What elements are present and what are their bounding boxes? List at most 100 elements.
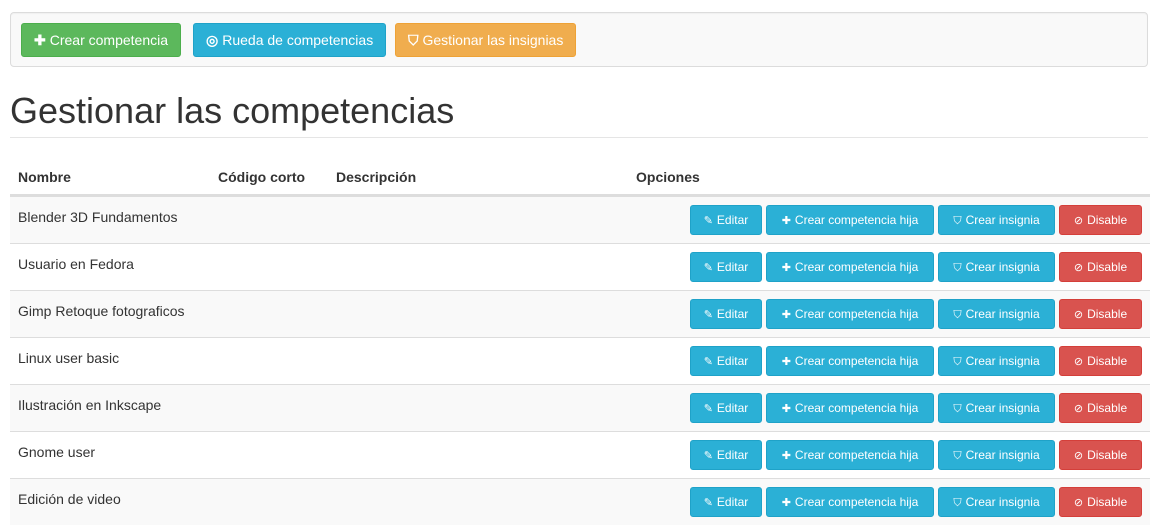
edit-button[interactable]: ✎ Editar [690, 487, 762, 517]
table-row: Usuario en Fedora ✎ Editar ✚ Crear competenc… [10, 243, 1150, 290]
title-divider [10, 137, 1148, 138]
table-body: Blender 3D Fundamentos ✎ Editar ✚ Crear comp… [10, 196, 1150, 525]
create-child-competence-button[interactable]: ✚ Crear competencia hija [766, 205, 934, 235]
table-row: Ilustración en Inkscape ✎ Editar ✚ Crear com… [10, 384, 1150, 431]
create-child-competence-button[interactable]: ✚ Crear competencia hija [766, 487, 934, 517]
action-toolbar: ✚ Crear competencia ◎ Rueda de competencia… [10, 12, 1148, 67]
disable-button[interactable]: ⊘ Disable [1059, 487, 1142, 517]
plus-icon: ✚ [781, 497, 791, 509]
edit-icon: ✎ [703, 309, 713, 321]
create-badge-label: Crear insignia [965, 401, 1040, 415]
edit-label: Editar [716, 495, 749, 509]
manage-badges-button[interactable]: ⛉ Gestionar las insignias [395, 23, 577, 57]
create-child-competence-label: Crear competencia hija [794, 448, 919, 462]
manage-badges-label: Gestionar las insignias [422, 32, 564, 48]
plus-icon: ✚ [781, 356, 791, 368]
create-badge-button[interactable]: ⛉ Crear insignia [938, 252, 1055, 282]
edit-icon: ✎ [703, 262, 713, 274]
table-row: Linux user basic ✎ Editar ✚ Crear competenci… [10, 337, 1150, 384]
page-title: Gestionar las competencias [10, 90, 455, 131]
disable-label: Disable [1087, 448, 1128, 462]
disable-button[interactable]: ⊘ Disable [1059, 440, 1142, 470]
create-badge-button[interactable]: ⛉ Crear insignia [938, 346, 1055, 376]
edit-label: Editar [716, 448, 749, 462]
create-badge-button[interactable]: ⛉ Crear insignia [938, 393, 1055, 423]
ban-icon: ⊘ [1073, 309, 1084, 321]
table-row: Gnome user ✎ Editar ✚ Crear competencia hija… [10, 431, 1150, 478]
edit-button[interactable]: ✎ Editar [690, 346, 762, 376]
edit-icon: ✎ [703, 403, 713, 415]
edit-label: Editar [716, 260, 749, 274]
edit-icon: ✎ [703, 450, 713, 462]
edit-button[interactable]: ✎ Editar [690, 252, 762, 282]
edit-label: Editar [716, 213, 749, 227]
edit-label: Editar [716, 401, 749, 415]
ban-icon: ⊘ [1073, 497, 1084, 509]
create-child-competence-button[interactable]: ✚ Crear competencia hija [766, 299, 934, 329]
disable-label: Disable [1087, 307, 1128, 321]
row-actions: ✎ Editar ✚ Crear competencia hija ⛉ Crear ins… [690, 205, 1142, 235]
competence-name: Gnome user [18, 444, 96, 460]
edit-icon: ✎ [703, 356, 713, 368]
disable-button[interactable]: ⊘ Disable [1059, 346, 1142, 376]
disable-button[interactable]: ⊘ Disable [1059, 393, 1142, 423]
competence-wheel-button[interactable]: ◎ Rueda de competencias [193, 23, 387, 57]
competence-name: Usuario en Fedora [18, 256, 134, 272]
create-child-competence-label: Crear competencia hija [794, 354, 919, 368]
row-actions: ✎ Editar ✚ Crear competencia hija ⛉ Crear ins… [690, 487, 1142, 517]
disable-label: Disable [1087, 354, 1128, 368]
plus-icon: ✚ [781, 262, 791, 274]
create-competence-label: Crear competencia [49, 32, 169, 48]
create-child-competence-label: Crear competencia hija [794, 307, 919, 321]
edit-button[interactable]: ✎ Editar [690, 205, 762, 235]
create-badge-button[interactable]: ⛉ Crear insignia [938, 487, 1055, 517]
create-badge-button[interactable]: ⛉ Crear insignia [938, 205, 1055, 235]
shield-icon: ⛉ [953, 215, 962, 227]
competence-name: Ilustración en Inkscape [18, 397, 162, 413]
bullseye-icon: ◎ [206, 32, 219, 48]
create-child-competence-button[interactable]: ✚ Crear competencia hija [766, 346, 934, 376]
edit-label: Editar [716, 354, 749, 368]
column-header-name: Nombre [18, 169, 71, 185]
edit-button[interactable]: ✎ Editar [690, 393, 762, 423]
competence-name: Linux user basic [18, 350, 120, 366]
plus-icon: ✚ [781, 403, 791, 415]
plus-icon: ✚ [781, 309, 791, 321]
create-badge-label: Crear insignia [965, 495, 1040, 509]
plus-icon: ✚ [781, 215, 791, 227]
create-child-competence-label: Crear competencia hija [794, 213, 919, 227]
disable-label: Disable [1087, 495, 1128, 509]
row-actions: ✎ Editar ✚ Crear competencia hija ⛉ Crear ins… [690, 346, 1142, 376]
table-row: Edición de video ✎ Editar ✚ Crear competenci… [10, 478, 1150, 525]
create-child-competence-label: Crear competencia hija [794, 495, 919, 509]
disable-button[interactable]: ⊘ Disable [1059, 205, 1142, 235]
ban-icon: ⊘ [1073, 403, 1084, 415]
column-header-short-code: Código corto [218, 169, 306, 185]
column-header-description: Descripción [336, 169, 417, 185]
create-child-competence-button[interactable]: ✚ Crear competencia hija [766, 393, 934, 423]
edit-icon: ✎ [703, 215, 713, 227]
competence-name: Gimp Retoque fotograficos [18, 303, 185, 319]
plus-icon: ✚ [34, 32, 46, 48]
edit-button[interactable]: ✎ Editar [690, 299, 762, 329]
edit-button[interactable]: ✎ Editar [690, 440, 762, 470]
create-badge-button[interactable]: ⛉ Crear insignia [938, 299, 1055, 329]
disable-label: Disable [1087, 213, 1128, 227]
competence-name: Edición de video [18, 491, 121, 507]
table-row: Blender 3D Fundamentos ✎ Editar ✚ Crear comp… [10, 196, 1150, 243]
disable-button[interactable]: ⊘ Disable [1059, 252, 1142, 282]
column-header-options: Opciones [636, 169, 700, 185]
create-child-competence-button[interactable]: ✚ Crear competencia hija [766, 252, 934, 282]
shield-icon: ⛉ [408, 32, 419, 48]
table-header: Nombre Código corto Descripción Opciones [10, 160, 1150, 196]
create-badge-label: Crear insignia [965, 213, 1040, 227]
competence-name: Blender 3D Fundamentos [18, 209, 178, 225]
create-competence-button[interactable]: ✚ Crear competencia [21, 23, 182, 57]
disable-button[interactable]: ⊘ Disable [1059, 299, 1142, 329]
create-child-competence-button[interactable]: ✚ Crear competencia hija [766, 440, 934, 470]
create-child-competence-label: Crear competencia hija [794, 401, 919, 415]
plus-icon: ✚ [781, 450, 791, 462]
create-badge-button[interactable]: ⛉ Crear insignia [938, 440, 1055, 470]
disable-label: Disable [1087, 401, 1128, 415]
create-badge-label: Crear insignia [965, 260, 1040, 274]
